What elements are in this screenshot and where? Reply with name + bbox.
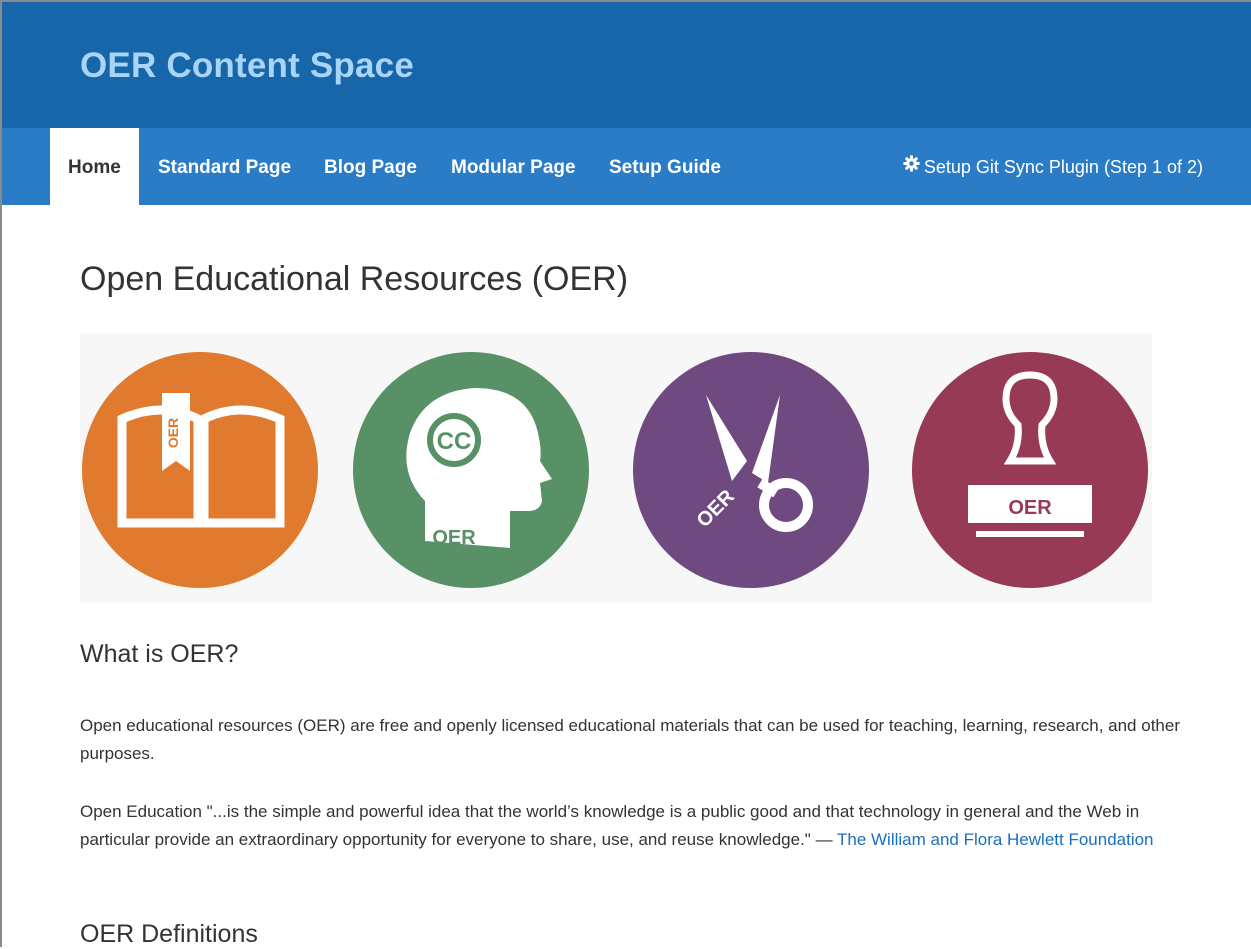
oer-definitions-heading: OER Definitions: [80, 920, 258, 948]
nav-item-standard-page[interactable]: Standard Page: [158, 128, 291, 205]
cc-text: CC: [437, 428, 472, 455]
what-is-oer-heading: What is OER?: [80, 640, 239, 668]
nav-item-setup-guide[interactable]: Setup Guide: [609, 128, 721, 205]
open-education-quote-paragraph: Open Education "...is the simple and pow…: [80, 798, 1190, 854]
oer-description-paragraph: Open educational resources (OER) are fre…: [80, 716, 1180, 763]
nav-item-home[interactable]: Home: [50, 128, 139, 205]
head-oer-text: OER: [432, 527, 476, 549]
site-header: OER Content Space: [0, 0, 1251, 128]
stamp-icon: OER: [912, 352, 1148, 588]
main-navigation: Home Standard Page Blog Page Modular Pag…: [0, 128, 1251, 205]
hewlett-foundation-link[interactable]: The William and Flora Hewlett Foundation: [837, 830, 1154, 849]
book-oer-text: OER: [165, 418, 181, 448]
window-frame-top: [0, 0, 1251, 2]
oer-banner-image: OER CC OER OER OER: [80, 333, 1152, 603]
scissors-icon: OER: [633, 352, 869, 588]
page-title: Open Educational Resources (OER): [80, 260, 629, 298]
gear-icon: [903, 127, 920, 206]
book-icon: OER: [82, 352, 318, 588]
setup-git-sync-label: Setup Git Sync Plugin (Step 1 of 2): [923, 157, 1203, 177]
cc-head-icon: CC OER: [353, 352, 589, 588]
window-frame-left: [0, 0, 2, 947]
site-title[interactable]: OER Content Space: [80, 46, 414, 86]
nav-item-modular-page[interactable]: Modular Page: [451, 128, 576, 205]
setup-git-sync-link[interactable]: Setup Git Sync Plugin (Step 1 of 2): [903, 128, 1203, 205]
nav-item-blog-page[interactable]: Blog Page: [324, 128, 417, 205]
stamp-oer-text: OER: [1008, 497, 1052, 519]
